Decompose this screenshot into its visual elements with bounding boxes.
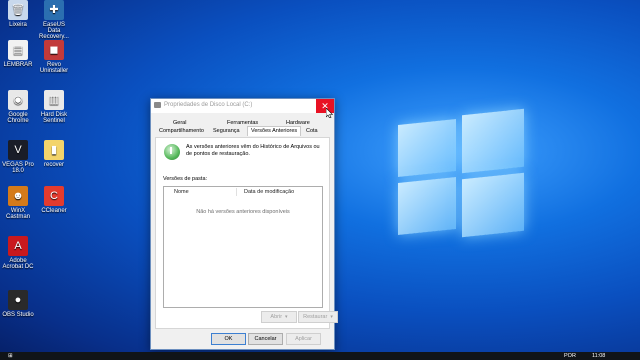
tab-seguranca[interactable]: Segurança bbox=[213, 128, 240, 134]
desktop-icon-label: Google Chrome bbox=[7, 112, 29, 124]
cancel-button[interactable]: Cancelar bbox=[248, 333, 283, 345]
desktop-icon-label: Revo Uninstaller bbox=[39, 62, 69, 74]
app-icon: 🗑 bbox=[8, 0, 28, 20]
app-icon: C bbox=[44, 186, 64, 206]
column-header-date-modified[interactable]: Data de modificação bbox=[244, 189, 294, 195]
desktop-icon[interactable]: C CCleaner bbox=[37, 186, 71, 214]
start-button-icon[interactable]: ⊞ bbox=[8, 353, 13, 359]
desktop-icon-label: Adobe Acrobat DC bbox=[2, 258, 34, 270]
desktop-icon-label: Hard Disk Sentinel bbox=[40, 112, 68, 124]
desktop-icon[interactable]: ✚ EaseUS Data Recovery... bbox=[37, 0, 71, 40]
app-icon: A bbox=[8, 236, 28, 256]
mouse-cursor-icon bbox=[325, 105, 334, 123]
open-button[interactable]: Abrir ▾ bbox=[261, 311, 297, 323]
desktop-icon[interactable]: A Adobe Acrobat DC bbox=[1, 236, 35, 270]
windows-logo-wallpaper bbox=[398, 108, 524, 240]
versions-list[interactable]: Nome Data de modificação Não há versões … bbox=[163, 186, 323, 308]
app-icon: ▮ bbox=[44, 140, 64, 160]
app-icon: V bbox=[8, 140, 28, 160]
app-icon: ◉ bbox=[8, 90, 28, 110]
app-icon: ▥ bbox=[44, 90, 64, 110]
desktop-icon[interactable]: ☻ WinX Castman bbox=[1, 186, 35, 220]
chevron-down-icon: ▾ bbox=[330, 314, 333, 320]
restore-button-label: Restaurar bbox=[303, 314, 328, 320]
dialog-title: Propriedades de Disco Local (C:) bbox=[164, 102, 253, 108]
desktop-icon-label: LEMBRAR bbox=[3, 62, 33, 68]
title-bar[interactable]: Propriedades de Disco Local (C:) ✕ bbox=[151, 99, 334, 113]
app-icon: ☻ bbox=[8, 186, 28, 206]
tab-cota[interactable]: Cota bbox=[306, 128, 318, 134]
desktop-icon[interactable]: ▤ LEMBRAR bbox=[1, 40, 35, 68]
app-icon: ✚ bbox=[44, 0, 64, 20]
ok-button[interactable]: OK bbox=[211, 333, 246, 345]
taskbar: ⊞ POR 11:08 bbox=[0, 352, 640, 360]
restore-icon bbox=[164, 144, 180, 160]
properties-dialog: Propriedades de Disco Local (C:) ✕ Geral… bbox=[150, 98, 338, 350]
folder-versions-label: Versões de pasta: bbox=[163, 176, 208, 182]
desktop-icon[interactable]: ◼ Revo Uninstaller bbox=[37, 40, 71, 74]
desktop-icon[interactable]: ▮ recover bbox=[37, 140, 71, 168]
desktop-icon-label: OBS Studio bbox=[2, 312, 34, 318]
open-button-label: Abrir bbox=[270, 314, 283, 320]
column-header-name[interactable]: Nome bbox=[174, 189, 189, 195]
desktop-icon[interactable]: 🗑 Lixeira bbox=[1, 0, 35, 28]
app-icon: ● bbox=[8, 290, 28, 310]
desktop-icon[interactable]: ▥ Hard Disk Sentinel bbox=[37, 90, 71, 124]
desktop-icon-label: CCleaner bbox=[41, 208, 67, 214]
desktop-icon[interactable]: ◉ Google Chrome bbox=[1, 90, 35, 124]
app-icon: ▤ bbox=[8, 40, 28, 60]
desktop-icon-label: WinX Castman bbox=[5, 208, 30, 220]
desktop-icon-label: VEGAS Pro 18.0 bbox=[2, 162, 34, 174]
tab-compartilhamento[interactable]: Compartilhamento bbox=[159, 128, 204, 134]
desktop-icon[interactable]: V VEGAS Pro 18.0 bbox=[1, 140, 35, 174]
previous-versions-panel: As versões anteriores vêm do Histórico d… bbox=[155, 137, 338, 329]
restore-button[interactable]: Restaurar ▾ bbox=[298, 311, 338, 323]
app-icon: ◼ bbox=[44, 40, 64, 60]
language-indicator[interactable]: POR bbox=[564, 353, 576, 359]
clock[interactable]: 11:08 bbox=[592, 353, 605, 359]
empty-list-message: Não há versões anteriores disponíveis bbox=[196, 209, 290, 215]
drive-icon bbox=[154, 102, 161, 108]
tab-geral[interactable]: Geral bbox=[173, 120, 186, 126]
desktop-icon[interactable]: ● OBS Studio bbox=[1, 290, 35, 318]
desktop-icon-label: Lixeira bbox=[9, 22, 27, 28]
column-divider[interactable] bbox=[236, 188, 237, 196]
info-text: As versões anteriores vêm do Histórico d… bbox=[186, 144, 320, 157]
apply-button[interactable]: Aplicar bbox=[286, 333, 321, 345]
tab-versoes-anteriores[interactable]: Versões Anteriores bbox=[247, 126, 302, 136]
desktop-icon-label: recover bbox=[43, 162, 64, 168]
desktop-icon-label: EaseUS Data Recovery... bbox=[39, 22, 69, 40]
chevron-down-icon: ▾ bbox=[285, 314, 288, 320]
